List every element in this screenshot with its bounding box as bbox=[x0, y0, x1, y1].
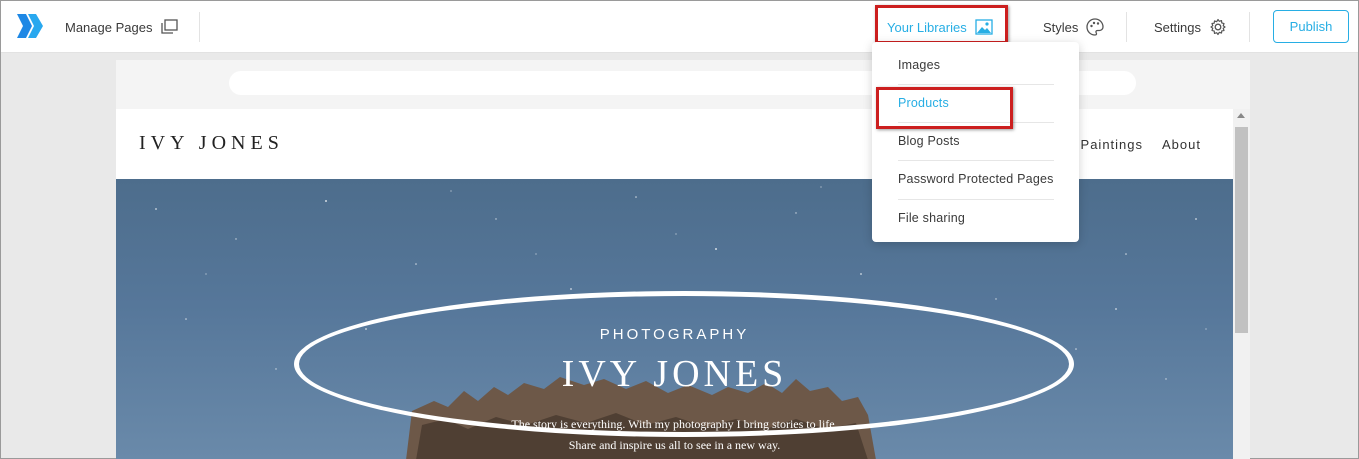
scroll-up-arrow-icon[interactable] bbox=[1237, 113, 1245, 118]
pages-icon bbox=[160, 19, 179, 35]
gear-icon bbox=[1209, 18, 1227, 36]
scroll-thumb[interactable] bbox=[1235, 127, 1248, 333]
site-nav: Paintings About bbox=[1081, 137, 1201, 152]
hero-title: IVY JONES bbox=[561, 353, 788, 395]
library-item-images[interactable]: Images bbox=[898, 46, 1054, 84]
hero-kicker: PHOTOGRAPHY bbox=[599, 326, 750, 343]
preview-scrollbar[interactable] bbox=[1233, 109, 1250, 459]
manage-pages-button[interactable]: Manage Pages bbox=[65, 1, 179, 53]
hero-text-line: The story is everything. With my photogr… bbox=[511, 417, 838, 431]
hero-description: The story is everything. With my photogr… bbox=[116, 414, 1233, 456]
library-item-file-sharing[interactable]: File sharing bbox=[898, 199, 1054, 237]
publish-button[interactable]: Publish bbox=[1273, 10, 1349, 43]
app-logo-icon[interactable] bbox=[15, 13, 45, 39]
library-item-password-protected-pages[interactable]: Password Protected Pages bbox=[898, 160, 1054, 198]
settings-button[interactable]: Settings bbox=[1154, 1, 1227, 53]
toolbar-divider bbox=[1126, 12, 1127, 42]
styles-label: Styles bbox=[1043, 19, 1079, 35]
settings-label: Settings bbox=[1154, 19, 1201, 35]
nav-item-about[interactable]: About bbox=[1162, 137, 1201, 152]
nav-item-paintings[interactable]: Paintings bbox=[1081, 137, 1143, 152]
library-item-blog-posts[interactable]: Blog Posts bbox=[898, 122, 1054, 160]
site-logo[interactable]: IVY JONES bbox=[139, 132, 284, 155]
manage-pages-label: Manage Pages bbox=[65, 19, 153, 35]
editor-toolbar: Manage Pages Your Libraries Styles Setti… bbox=[1, 1, 1358, 53]
toolbar-divider bbox=[199, 12, 200, 42]
image-library-icon bbox=[975, 19, 993, 35]
editor-canvas: IVY JONES Paintings About PHOTOGRAPHY IV… bbox=[116, 60, 1250, 459]
library-item-products[interactable]: Products bbox=[898, 84, 1054, 122]
toolbar-divider bbox=[1249, 12, 1250, 42]
palette-icon bbox=[1086, 18, 1105, 36]
your-libraries-label: Your Libraries bbox=[887, 19, 967, 35]
libraries-dropdown: Images Products Blog Posts Password Prot… bbox=[872, 42, 1079, 242]
hero-text-line: Share and inspire us all to see in a new… bbox=[568, 438, 781, 452]
